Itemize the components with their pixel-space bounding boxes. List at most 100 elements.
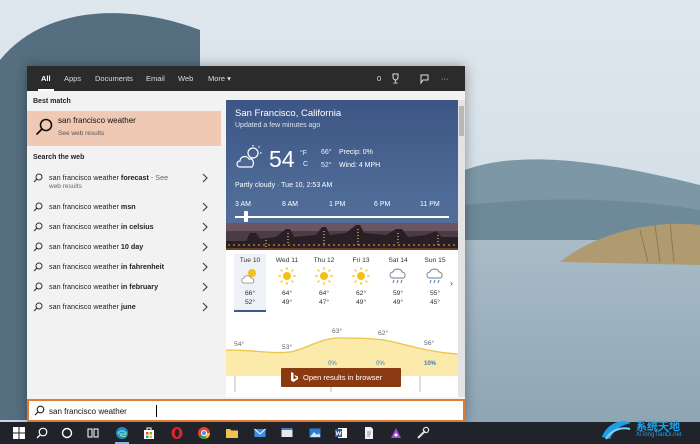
graph-temp-label: 56° <box>424 340 435 347</box>
time-slider[interactable] <box>235 216 449 218</box>
chrome-icon <box>198 427 211 440</box>
suggestion-item[interactable]: san francisco weather msn <box>27 197 221 217</box>
search-icon <box>33 282 43 292</box>
search-input[interactable] <box>49 404 349 418</box>
task-view-button[interactable] <box>82 422 104 444</box>
weather-updated: Updated a few minutes ago <box>235 122 321 129</box>
tab-email[interactable]: Email <box>146 66 165 91</box>
forecast-day[interactable]: Sat 14 59° 49° <box>382 254 414 312</box>
weather-location: San Francisco, California <box>235 108 342 119</box>
tab-web[interactable]: Web <box>178 66 193 91</box>
graph-temp-label: 62° <box>378 330 389 337</box>
forecast-day[interactable]: Wed 11 64° 49° <box>271 254 303 312</box>
current-temperature: 54 <box>269 146 295 172</box>
taskbar-app-photos[interactable] <box>304 422 326 444</box>
taskbar-app-edge[interactable] <box>111 422 133 444</box>
graph-precip-label: 10% <box>424 361 437 367</box>
taskbar-app-document[interactable] <box>358 422 380 444</box>
search-icon <box>35 118 53 136</box>
taskbar-app-generic[interactable] <box>276 422 298 444</box>
scrollbar-thumb[interactable] <box>459 106 464 136</box>
suggestion-text: san francisco weather in fahrenheit <box>49 262 165 271</box>
start-button[interactable] <box>8 422 30 444</box>
document-icon <box>365 427 373 439</box>
taskbar-app-explorer[interactable] <box>221 422 243 444</box>
folder-icon <box>226 429 238 438</box>
search-icon <box>33 242 43 252</box>
search-icon <box>33 302 43 312</box>
graph-precip-label: 0% <box>376 361 385 367</box>
photo-editor-icon <box>391 428 401 438</box>
trophy-icon[interactable] <box>390 73 401 84</box>
taskbar-app-chrome[interactable] <box>193 422 215 444</box>
suggestion-item[interactable]: san francisco weather june <box>27 297 221 317</box>
hour-label: 11 PM <box>420 201 440 208</box>
suggestion-item[interactable]: san francisco weather in fahrenheit <box>27 257 221 277</box>
suggestion-text: san francisco weather june <box>49 302 136 311</box>
chevron-right-icon <box>202 302 208 312</box>
cortana-button[interactable] <box>56 422 78 444</box>
forecast-day[interactable]: Thu 12 64° 47° <box>308 254 340 312</box>
weather-current: San Francisco, California Updated a few … <box>226 100 458 253</box>
taskbar-app-settings[interactable] <box>412 422 434 444</box>
unit-celsius-toggle[interactable]: C <box>303 161 308 168</box>
search-box[interactable] <box>27 399 465 422</box>
suggestion-item[interactable]: san francisco weather 10 day <box>27 237 221 257</box>
unit-fahrenheit-toggle[interactable]: °F <box>300 150 307 157</box>
more-options-button[interactable]: ··· <box>441 66 449 91</box>
search-icon <box>33 173 43 183</box>
suggestion-subtext: web results <box>49 183 82 190</box>
search-icon <box>33 202 43 212</box>
search-icon <box>33 262 43 272</box>
best-match-item[interactable]: san francisco weather See web results <box>27 111 221 146</box>
rain-icon <box>389 268 406 284</box>
search-web-label: Search the web <box>33 154 85 161</box>
open-in-browser-button[interactable]: Open results in browser <box>281 368 401 387</box>
suggestion-text: san francisco weather in celsius <box>49 222 154 231</box>
taskbar-app-store[interactable] <box>138 422 160 444</box>
bing-icon <box>291 372 298 382</box>
search-scope-tabs: All Apps Documents Email Web More ▾ 0 ··… <box>27 66 465 91</box>
search-icon <box>33 222 43 232</box>
hour-label: 6 PM <box>374 201 391 208</box>
taskbar-app-mail[interactable] <box>249 422 271 444</box>
suggestion-item[interactable]: san francisco weather in celsius <box>27 217 221 237</box>
suggestion-text: san francisco weather 10 day <box>49 242 144 251</box>
high-temperature: 66° <box>321 149 332 156</box>
tool-icon <box>417 426 430 439</box>
preview-scrollbar[interactable] <box>458 100 465 397</box>
best-match-label: Best match <box>33 98 71 105</box>
taskbar-app-opera[interactable] <box>166 422 188 444</box>
tab-documents[interactable]: Documents <box>95 66 133 91</box>
taskbar <box>0 422 700 444</box>
tab-all[interactable]: All <box>38 66 54 91</box>
tab-more[interactable]: More ▾ <box>208 66 231 91</box>
cortana-circle-icon <box>61 427 73 439</box>
low-temperature: 52° <box>321 162 332 169</box>
tab-apps[interactable]: Apps <box>64 66 81 91</box>
rewards-count: 0 <box>377 74 382 83</box>
store-icon <box>144 427 154 439</box>
forecast-day[interactable]: Fri 13 62° 49° <box>345 254 377 312</box>
suggestion-text: san francisco weather msn <box>49 202 136 211</box>
time-slider-handle[interactable] <box>244 211 248 222</box>
hour-label: 8 AM <box>282 201 298 208</box>
taskbar-search-button[interactable] <box>31 422 53 444</box>
forecast-day[interactable]: Tue 10 66° 52° <box>234 254 266 312</box>
open-in-browser-label: Open results in browser <box>303 373 383 382</box>
forecast-day[interactable]: Sun 15 55° 45° <box>419 254 451 312</box>
watermark-url: XiTongTianDi.net <box>636 432 682 438</box>
taskbar-app-word[interactable] <box>330 422 352 444</box>
chevron-right-icon <box>202 262 208 272</box>
suggestion-item[interactable]: san francisco weather forecast - See web… <box>27 168 221 194</box>
chevron-right-icon <box>202 202 208 212</box>
preview-pane: San Francisco, California Updated a few … <box>221 91 465 397</box>
forecast-next-arrow[interactable]: › <box>450 278 453 288</box>
feedback-icon[interactable] <box>419 73 430 84</box>
chevron-right-icon <box>202 222 208 232</box>
suggestion-item[interactable]: san francisco weather in february <box>27 277 221 297</box>
taskbar-app-photo-editor[interactable] <box>385 422 407 444</box>
watermark-logo-icon <box>602 421 631 440</box>
partly-cloudy-icon <box>236 145 262 168</box>
chevron-right-icon <box>202 173 208 183</box>
